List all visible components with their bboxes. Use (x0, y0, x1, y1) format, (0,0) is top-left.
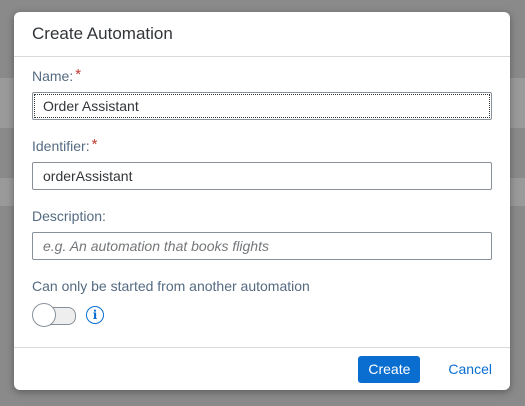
create-automation-dialog: Create Automation Name: * Order Assistan… (14, 12, 510, 390)
start-option-label: Can only be started from another automat… (32, 278, 492, 298)
name-input-value: Order Assistant (43, 98, 139, 114)
identifier-field-group: Identifier: * orderAssistant (32, 136, 492, 190)
start-option-row: i (32, 303, 492, 327)
name-label-text: Name: (32, 68, 74, 84)
name-field-group: Name: * Order Assistant (32, 66, 492, 120)
identifier-label-text: Identifier: (32, 138, 90, 154)
identifier-input-value: orderAssistant (43, 168, 133, 184)
required-mark: * (75, 66, 82, 83)
create-button[interactable]: Create (358, 355, 421, 383)
info-icon[interactable]: i (86, 306, 104, 324)
dialog-content: Name: * Order Assistant Identifier: * or… (32, 66, 492, 344)
description-input[interactable]: e.g. An automation that books flights (32, 232, 492, 260)
name-input[interactable]: Order Assistant (32, 92, 492, 120)
cancel-button[interactable]: Cancel (448, 361, 492, 377)
identifier-label: Identifier: * (32, 136, 492, 158)
required-mark: * (91, 136, 98, 153)
start-option-label-text: Can only be started from another automat… (32, 278, 310, 294)
description-placeholder: e.g. An automation that books flights (43, 238, 269, 254)
description-field-group: Description: e.g. An automation that boo… (32, 208, 492, 260)
description-label-text: Description: (32, 208, 106, 224)
start-option-switch[interactable] (32, 303, 76, 327)
dialog-title: Create Automation (32, 24, 173, 43)
dialog-footer: Create Cancel (14, 347, 510, 390)
name-label: Name: * (32, 66, 492, 88)
description-label: Description: (32, 208, 492, 228)
switch-knob (32, 303, 56, 327)
start-option-group: Can only be started from another automat… (32, 278, 492, 327)
dialog-header: Create Automation (14, 12, 510, 57)
identifier-input[interactable]: orderAssistant (32, 162, 492, 190)
